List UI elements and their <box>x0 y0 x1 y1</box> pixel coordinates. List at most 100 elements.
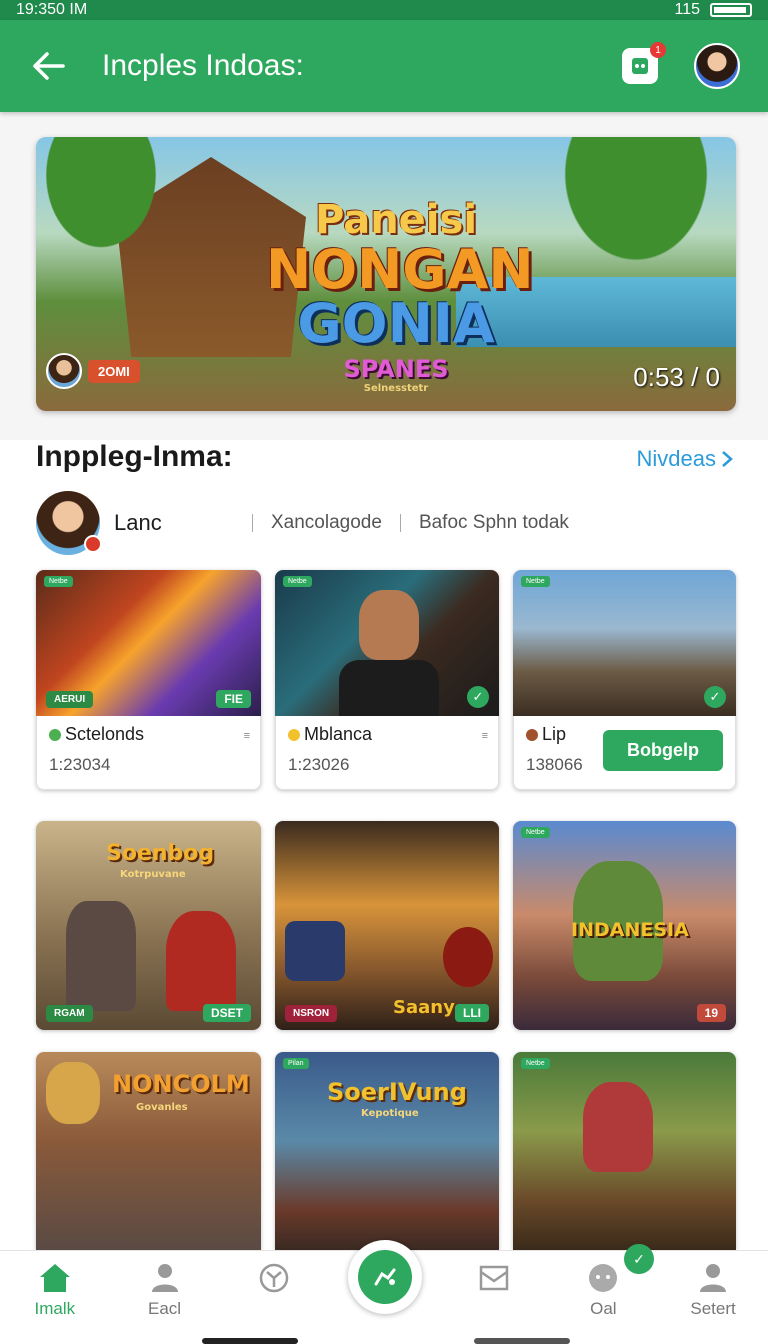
nav-label: Oal <box>590 1299 617 1318</box>
character-coat <box>339 660 439 716</box>
game-card[interactable]: Netbe INDANESIA 19 <box>513 821 736 1030</box>
nav-explore[interactable] <box>224 1261 324 1299</box>
user-avatar <box>36 491 102 555</box>
back-button[interactable] <box>28 46 68 86</box>
battery-icon <box>710 3 752 17</box>
signal-text: 115 <box>674 1 700 18</box>
nav-home[interactable]: Imalk <box>5 1261 105 1319</box>
nav-label: Setert <box>690 1299 736 1318</box>
hero-palm-left <box>36 137 186 287</box>
see-all-link[interactable]: Nivdeas <box>637 446 734 472</box>
user-badge-icon <box>84 535 102 553</box>
game-card[interactable]: NSRON Saany LLI <box>275 821 499 1030</box>
card-tag: Pilan <box>283 1058 309 1069</box>
profile-icon <box>148 1261 182 1295</box>
card-tag: Netbe <box>521 827 550 838</box>
logo-line-2: NONGAN <box>266 238 534 301</box>
hero-badge-label: 2OMI <box>88 359 140 383</box>
character-demon <box>583 1082 653 1172</box>
check-icon: ✓ <box>467 686 489 708</box>
divider <box>252 514 253 532</box>
hero-palm-right <box>526 137 736 307</box>
hero-logo: Paneisi NONGAN GONIA SPANES Selnesstetr <box>266 197 534 394</box>
card-title: Soenbog <box>106 841 215 866</box>
card-tag: Netbe <box>283 576 312 587</box>
see-all-label: Nivdeas <box>636 446 716 471</box>
leaf-icon <box>49 728 61 741</box>
card-corner-right: FIE <box>216 690 251 708</box>
game-card[interactable]: NONCOLM Govanles <box>36 1052 261 1250</box>
game-card[interactable]: Pilan SoerIVung Kepotique <box>275 1052 499 1250</box>
check-icon: ✓ <box>704 686 726 708</box>
card-corner-right: LLI <box>455 1004 489 1022</box>
status-bar: 19:350 IM 115 <box>0 0 768 20</box>
divider <box>399 514 401 532</box>
status-time: 19:350 IM <box>16 1 88 18</box>
fab-inner <box>358 1250 412 1304</box>
menu-icon[interactable]: ≡ <box>482 730 488 742</box>
nav-user[interactable]: Setert <box>663 1261 763 1319</box>
nav-label: Imalk <box>34 1299 76 1318</box>
barrel-blue <box>285 921 345 981</box>
nav-profile[interactable]: Eacl <box>115 1261 215 1319</box>
game-card[interactable]: Netbe <box>513 1052 736 1250</box>
mail-icon <box>477 1261 511 1295</box>
center-action-button[interactable] <box>348 1240 422 1314</box>
card-tag: Netbe <box>521 576 550 587</box>
character-warrior <box>66 901 136 1011</box>
section-title: Inppleg-Inma: <box>36 440 233 473</box>
hero-avatar <box>46 353 82 389</box>
bag-icon <box>526 728 538 741</box>
compass-icon <box>257 1261 291 1295</box>
get-button[interactable]: Bobgelp <box>603 730 723 771</box>
hero-banner[interactable]: Paneisi NONGAN GONIA SPANES Selnesstetr … <box>36 137 736 411</box>
logo-line-5: Selnesstetr <box>363 383 429 394</box>
card-number: 1:23026 <box>288 755 350 774</box>
game-card[interactable]: Netbe AERUI FIE Sctelonds 1:23034 ≡ <box>36 570 261 790</box>
game-card[interactable]: Netbe ✓ Mblanca 1:23026 ≡ <box>275 570 499 790</box>
user-icon <box>696 1261 730 1295</box>
game-icon <box>632 58 648 74</box>
card-info: Sctelonds 1:23034 ≡ <box>36 716 261 790</box>
card-subtitle: Kepotique <box>361 1108 419 1119</box>
card-info: Lip 138066 Bobgelp <box>513 716 736 790</box>
character-face <box>46 1062 100 1124</box>
coin-icon <box>288 728 300 741</box>
hero-badge: 2OMI <box>46 353 140 389</box>
arrow-left-icon <box>33 52 65 80</box>
card-tag: Netbe <box>44 576 73 587</box>
card-subtitle: Kotrpuvane <box>120 869 186 880</box>
card-corner-left: AERUI <box>46 691 94 708</box>
home-indicator <box>202 1338 298 1344</box>
user-row[interactable]: Lanc Xancolagode Bafoc Sphn todak <box>36 490 736 556</box>
card-subtitle: Govanles <box>136 1102 188 1113</box>
barrel-red <box>443 927 493 987</box>
card-name: Mblanca <box>304 724 373 744</box>
nav-mail[interactable] <box>444 1261 544 1299</box>
chat-icon <box>586 1261 620 1295</box>
avatar[interactable] <box>694 43 740 89</box>
card-number: 1:23034 <box>49 755 111 774</box>
card-info: Mblanca 1:23026 ≡ <box>275 716 499 790</box>
card-corner-left: RGAM <box>46 1005 93 1022</box>
user-meta-2: Bafoc Sphn todak <box>418 512 569 533</box>
character-red <box>166 911 236 1011</box>
card-title: SoerIVung <box>327 1078 467 1106</box>
card-corner-left: NSRON <box>285 1005 338 1022</box>
nav-label: Eacl <box>148 1299 182 1318</box>
card-title: NONCOLM <box>112 1070 250 1098</box>
menu-icon[interactable]: ≡ <box>244 730 250 742</box>
game-card[interactable]: Soenbog Kotrpuvane RGAM DSET <box>36 821 261 1030</box>
video-timer: 0:53 / 0 <box>633 362 720 392</box>
game-controller-icon <box>374 1268 396 1286</box>
card-corner-right: DSET <box>202 1004 251 1022</box>
user-meta-1: Xancolagode <box>271 512 382 533</box>
logo-line-3: GONIA <box>297 292 495 355</box>
page-title: Incples Indoas: <box>102 49 304 82</box>
card-name: Sctelonds <box>65 724 145 744</box>
floating-badge-icon[interactable]: ✓ <box>624 1244 654 1274</box>
app-bar: Incples Indoas: 1 <box>0 20 768 112</box>
card-name: Lip <box>542 724 567 744</box>
game-card[interactable]: Netbe ✓ Lip 138066 Bobgelp <box>513 570 736 790</box>
notification-button[interactable]: 1 <box>622 42 666 84</box>
